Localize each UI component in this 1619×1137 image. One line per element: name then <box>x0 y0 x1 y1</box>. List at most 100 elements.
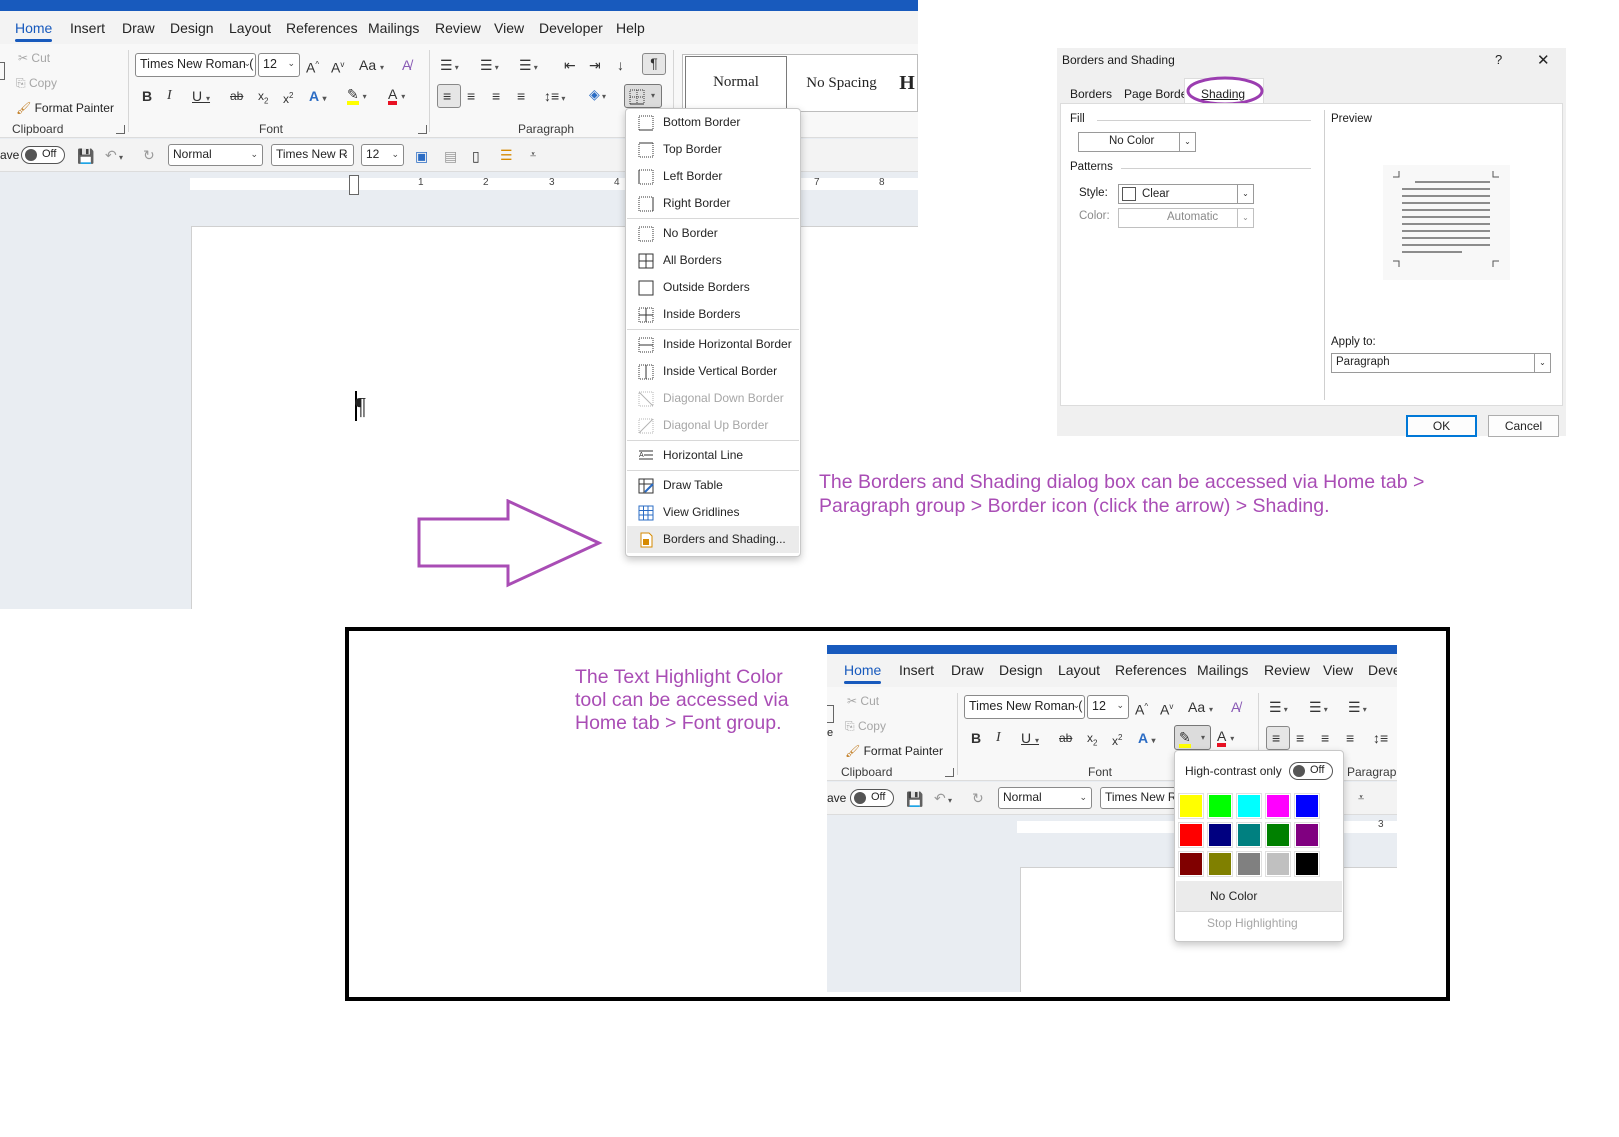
paragraph-spacing-icon[interactable]: ☰ <box>500 146 513 164</box>
copy-button[interactable]: ⎘ Copy <box>845 719 886 734</box>
subscript-icon[interactable]: x2 <box>1087 729 1097 752</box>
pattern-style-combo[interactable]: Clear ⌄ <box>1118 184 1254 204</box>
color-swatch[interactable] <box>1265 793 1291 819</box>
redo-icon[interactable]: ↻ <box>143 146 155 164</box>
cut-button[interactable]: ✂ Cut <box>18 51 50 65</box>
ok-button[interactable]: OK <box>1406 415 1477 437</box>
font-name-combo[interactable]: Times New Roman (⌄ <box>964 695 1085 719</box>
align-center-icon[interactable]: ≡ <box>1296 729 1304 747</box>
color-swatch[interactable] <box>1294 851 1320 877</box>
tab-draw[interactable]: Draw <box>951 662 984 678</box>
save-icon[interactable]: 💾 <box>906 790 923 808</box>
text-box-icon[interactable]: ▣ <box>415 147 428 165</box>
menu-item-right-border[interactable]: Right Border <box>627 190 799 217</box>
font-color-button[interactable]: A ▾ <box>388 85 405 106</box>
menu-item-top-border[interactable]: Top Border <box>627 136 799 163</box>
font-size-combo[interactable]: 12 ⌄ <box>258 53 300 77</box>
color-swatch[interactable] <box>1236 793 1262 819</box>
bullets-icon[interactable]: ☰ ▾ <box>440 56 459 77</box>
shading-button[interactable]: ◈ ▾ <box>589 85 606 106</box>
tab-developer[interactable]: Deve <box>1368 662 1397 678</box>
pattern-color-combo[interactable]: Automatic ⌄ <box>1118 208 1254 228</box>
numbering-icon[interactable]: ☰ ▾ <box>480 56 499 77</box>
tab-layout[interactable]: Layout <box>1058 662 1100 678</box>
menu-item-inside-borders[interactable]: Inside Borders <box>627 301 799 328</box>
tab-view[interactable]: View <box>1323 662 1353 678</box>
menu-item-all-borders[interactable]: All Borders <box>627 247 799 274</box>
menu-item-inside-vertical-border[interactable]: Inside Vertical Border <box>627 358 799 385</box>
decrease-indent-icon[interactable]: ⇤ <box>564 56 576 74</box>
apply-to-combo[interactable]: Paragraph ⌄ <box>1331 353 1551 373</box>
shrink-font-icon[interactable]: Av <box>331 56 344 77</box>
style-heading[interactable]: H <box>895 55 919 111</box>
color-swatch[interactable] <box>1207 822 1233 848</box>
tab-developer[interactable]: Developer <box>539 20 603 36</box>
color-swatch[interactable] <box>1294 822 1320 848</box>
menu-item-bottom-border[interactable]: Bottom Border <box>627 109 799 136</box>
justify-icon[interactable]: ≡ <box>1346 729 1354 747</box>
tab-mailings[interactable]: Mailings <box>1197 662 1248 678</box>
justify-icon[interactable]: ≡ <box>517 87 525 105</box>
no-color-button[interactable]: No Color <box>1176 881 1342 911</box>
show-formatting-marks-icon[interactable]: ¶ <box>642 53 666 75</box>
style-normal[interactable]: Normal <box>685 56 787 109</box>
format-painter-button[interactable]: 🖌 Format Painter <box>16 101 114 115</box>
bold-icon[interactable]: B <box>971 729 981 747</box>
highlight-color-button[interactable]: ✎ ▾ <box>347 85 367 106</box>
sort-icon[interactable]: ↓ <box>617 56 624 74</box>
align-left-button[interactable]: ≡ <box>437 84 461 108</box>
help-button[interactable]: ? <box>1495 52 1502 67</box>
tab-design[interactable]: Design <box>170 20 214 36</box>
text-effects-icon[interactable]: A ▾ <box>309 87 327 108</box>
tab-insert[interactable]: Insert <box>899 662 934 678</box>
italic-icon[interactable]: I <box>996 729 1001 747</box>
increase-indent-icon[interactable]: ⇥ <box>589 56 601 74</box>
style-combo[interactable]: Normal ⌄ <box>998 787 1092 809</box>
menu-item-view-gridlines[interactable]: View Gridlines <box>627 499 799 526</box>
line-spacing-icon[interactable]: ↕≡ <box>1373 729 1388 747</box>
superscript-icon[interactable]: x2 <box>283 87 293 108</box>
fill-color-combo[interactable]: No Color ⌄ <box>1078 132 1196 152</box>
color-swatch[interactable] <box>1236 851 1262 877</box>
menu-item-no-border[interactable]: No Border <box>627 220 799 247</box>
clear-formatting-icon[interactable]: A̸ <box>402 56 411 74</box>
align-left-button[interactable]: ≡ <box>1266 726 1290 750</box>
menu-item-diagonal-down-border[interactable]: Diagonal Down Border <box>627 385 799 412</box>
tab-home[interactable]: Home <box>15 20 52 36</box>
color-swatch[interactable] <box>1265 851 1291 877</box>
close-button[interactable]: ✕ <box>1537 51 1550 69</box>
font-size-combo[interactable]: 12 ⌄ <box>1087 695 1129 719</box>
qat-font-combo[interactable]: Times New R <box>1100 787 1183 809</box>
italic-icon[interactable]: I <box>167 87 172 105</box>
tab-view[interactable]: View <box>494 20 524 36</box>
align-right-icon[interactable]: ≡ <box>1321 729 1329 747</box>
color-swatch[interactable] <box>1265 822 1291 848</box>
strikethrough-icon[interactable]: ab <box>230 87 243 105</box>
menu-item-borders-and-shading[interactable]: Borders and Shading... <box>627 526 799 553</box>
tab-design[interactable]: Design <box>999 662 1043 678</box>
copy-button[interactable]: ⎘ Copy <box>16 76 57 91</box>
redo-icon[interactable]: ↻ <box>972 789 984 807</box>
menu-item-inside-horizontal-border[interactable]: Inside Horizontal Border <box>627 331 799 358</box>
customize-qat-icon[interactable]: ⩡ <box>530 146 536 164</box>
bold-icon[interactable]: B <box>142 87 152 105</box>
tab-review[interactable]: Review <box>435 20 481 36</box>
format-painter-button[interactable]: 🖌 Format Painter <box>845 744 943 758</box>
borders-button[interactable]: ▾ <box>624 84 662 108</box>
shrink-font-icon[interactable]: Av <box>1160 698 1173 719</box>
bullets-icon[interactable]: ☰ ▾ <box>1269 698 1288 719</box>
align-center-icon[interactable]: ≡ <box>467 87 475 105</box>
text-effects-icon[interactable]: A ▾ <box>1138 729 1156 750</box>
color-swatch[interactable] <box>1294 793 1320 819</box>
strikethrough-icon[interactable]: ab <box>1059 729 1072 747</box>
tab-draw[interactable]: Draw <box>122 20 155 36</box>
underline-icon[interactable]: U ▾ <box>192 87 210 108</box>
high-contrast-toggle[interactable]: Off <box>1289 762 1333 780</box>
document-icon[interactable]: ▤ <box>444 147 457 165</box>
grow-font-icon[interactable]: A^ <box>306 56 319 77</box>
font-launcher-icon[interactable] <box>418 125 427 134</box>
font-name-combo[interactable]: Times New Roman (⌄ <box>135 53 256 77</box>
menu-item-outside-borders[interactable]: Outside Borders <box>627 274 799 301</box>
clipboard-launcher-icon[interactable] <box>116 125 125 134</box>
multilevel-list-icon[interactable]: ☰ ▾ <box>1348 698 1367 719</box>
